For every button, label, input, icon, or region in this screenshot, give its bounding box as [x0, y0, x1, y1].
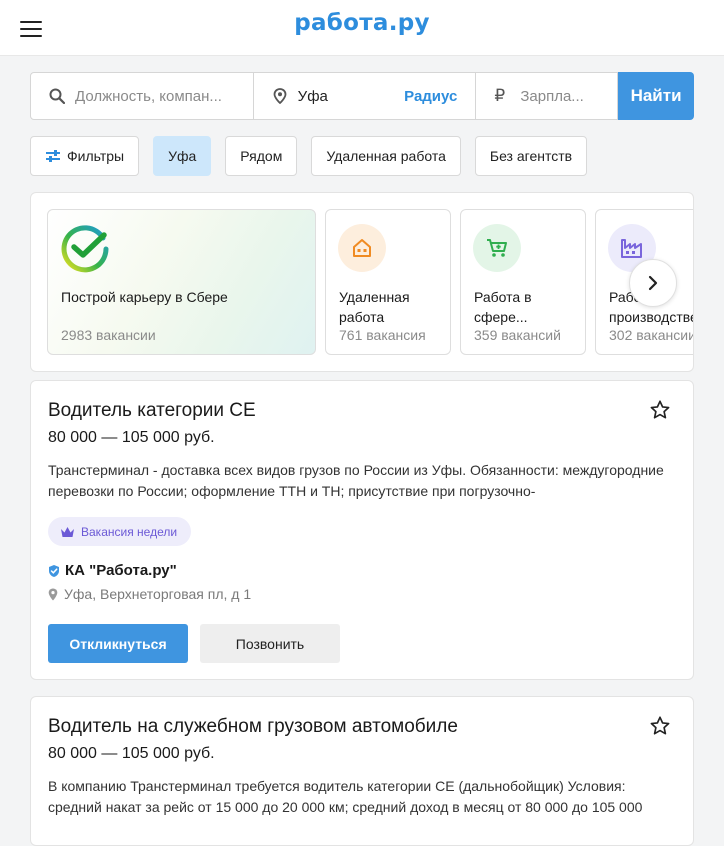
vacancy-address: Уфа, Верхнеторговая пл, д 1 [48, 586, 251, 602]
vacancy-title[interactable]: Водитель категории СЕ [48, 400, 256, 422]
respond-button[interactable]: Откликнуться [48, 624, 188, 663]
vacancy-of-week-badge: Вакансия недели [48, 517, 192, 546]
vacancy-card[interactable]: Водитель на служебном грузовом автомобил… [30, 696, 694, 846]
sliders-icon [46, 150, 60, 162]
search-query-input[interactable]: Должность, компан... [30, 72, 254, 120]
verified-shield-icon [49, 564, 59, 577]
category-count: 359 вакансий [474, 327, 561, 343]
city-input[interactable]: Уфа Радиус [253, 72, 477, 120]
search-icon [49, 88, 65, 104]
category-count: 2983 вакансии [61, 327, 156, 343]
vacancy-salary: 80 000 — 105 000 руб. [48, 745, 215, 762]
vacancy-card[interactable]: Водитель категории СЕ 80 000 — 105 000 р… [30, 380, 694, 680]
chip-city[interactable]: Уфа [153, 136, 212, 176]
badge-label: Вакансия недели [81, 524, 178, 539]
address-label: Уфа, Верхнеторговая пл, д 1 [64, 586, 252, 602]
crown-icon [61, 526, 74, 537]
category-title: Удаленная работа [339, 289, 410, 325]
sber-logo-icon [61, 225, 109, 273]
vacancy-description: В компанию Транстерминал требуется водит… [48, 778, 643, 815]
location-pin-icon [48, 588, 58, 600]
chevron-right-icon [648, 275, 658, 291]
vacancy-description: Транстерминал - доставка всех видов груз… [48, 462, 664, 499]
category-title: Работа в сфере... [474, 289, 532, 325]
vacancy-title[interactable]: Водитель на служебном грузовом автомобил… [48, 716, 458, 738]
salary-placeholder: Зарпла... [520, 87, 584, 105]
category-count: 302 вакансии [609, 327, 694, 343]
star-icon[interactable] [649, 399, 671, 421]
vacancy-salary: 80 000 — 105 000 руб. [48, 429, 215, 446]
call-button[interactable]: Позвонить [200, 624, 340, 663]
company-name[interactable]: КА "Работа.ру" [48, 562, 177, 579]
city-value: Уфа [297, 87, 328, 105]
category-card-sber[interactable]: Построй карьеру в Сбере 2983 вакансии [47, 209, 316, 355]
filters-label: Фильтры [67, 148, 125, 164]
filter-chips: Фильтры Уфа Рядом Удаленная работа Без а… [30, 136, 588, 176]
search-query-placeholder: Должность, компан... [75, 87, 222, 105]
company-label: КА "Работа.ру" [65, 562, 177, 579]
category-title: Построй карьеру в Сбере [61, 289, 228, 305]
carousel-next-button[interactable] [629, 259, 677, 307]
ruble-icon: ₽ [494, 86, 506, 105]
top-bar: работа.ру [0, 0, 724, 56]
find-button[interactable]: Найти [618, 72, 695, 120]
site-logo[interactable]: работа.ру [0, 10, 724, 36]
search-bar: Должность, компан... Уфа Радиус ₽ Зарпла… [30, 72, 695, 120]
salary-input[interactable]: ₽ Зарпла... [476, 72, 619, 120]
location-pin-icon [273, 88, 287, 104]
home-icon [338, 224, 386, 272]
cart-icon [473, 224, 521, 272]
category-card-trade[interactable]: Работа в сфере... 359 вакансий [460, 209, 586, 355]
category-count: 761 вакансия [339, 327, 426, 343]
category-carousel: Построй карьеру в Сбере 2983 вакансии Уд… [30, 192, 694, 372]
chip-no-agencies[interactable]: Без агентств [474, 136, 588, 176]
star-icon[interactable] [649, 715, 671, 737]
filters-button[interactable]: Фильтры [30, 136, 140, 176]
radius-link[interactable]: Радиус [404, 88, 457, 105]
chip-remote[interactable]: Удаленная работа [311, 136, 461, 176]
chip-nearby[interactable]: Рядом [225, 136, 298, 176]
category-card-remote[interactable]: Удаленная работа 761 вакансия [325, 209, 451, 355]
